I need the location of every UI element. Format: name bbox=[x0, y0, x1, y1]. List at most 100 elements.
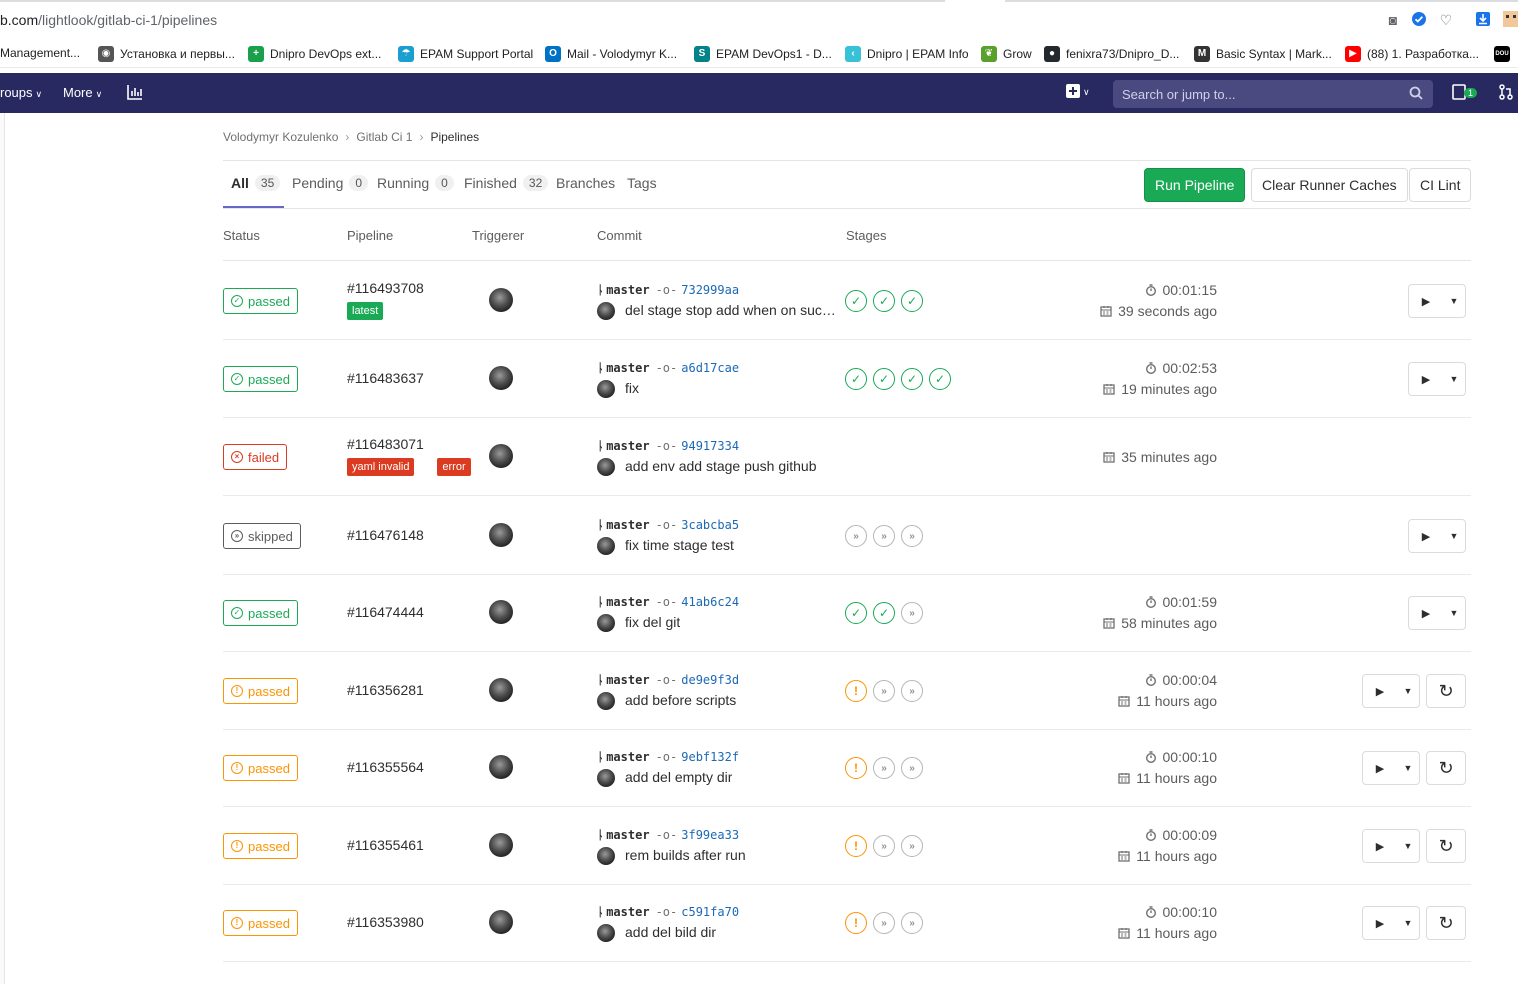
bookmark-item[interactable]: O Mail - Volodymyr K... bbox=[545, 46, 677, 62]
manual-job-dropdown-button[interactable]: ▶ ▼ bbox=[1362, 751, 1420, 785]
commit-sha-link[interactable]: 3cabcba5 bbox=[681, 518, 739, 532]
activity-chart-icon[interactable] bbox=[127, 84, 143, 103]
branch-name-link[interactable]: master bbox=[606, 828, 649, 842]
breadcrumb-user[interactable]: Volodymyr Kozulenko bbox=[223, 130, 338, 144]
stage-warning-icon[interactable]: ! bbox=[845, 680, 867, 702]
bookmark-item[interactable]: ☂ EPAM Support Portal bbox=[398, 46, 533, 62]
triggerer-avatar[interactable] bbox=[489, 288, 513, 312]
stage-skipped-icon[interactable]: » bbox=[901, 680, 923, 702]
manual-job-dropdown-button[interactable]: ▶ ▼ bbox=[1362, 829, 1420, 863]
status-badge[interactable]: ✓ passed bbox=[223, 288, 298, 314]
tab-running[interactable]: Running 0 bbox=[377, 175, 454, 191]
retry-pipeline-button[interactable]: ↻ bbox=[1426, 751, 1466, 785]
status-badge[interactable]: ! passed bbox=[223, 910, 298, 936]
stage-warning-icon[interactable]: ! bbox=[845, 757, 867, 779]
bookmark-item[interactable]: ❦ Grow bbox=[981, 46, 1032, 62]
retry-pipeline-button[interactable]: ↻ bbox=[1426, 829, 1466, 863]
branch-name-link[interactable]: master bbox=[606, 518, 649, 532]
manual-job-dropdown-button[interactable]: ▶ ▼ bbox=[1408, 284, 1466, 318]
breadcrumb-current[interactable]: Pipelines bbox=[430, 130, 479, 144]
download-icon[interactable] bbox=[1474, 11, 1492, 29]
triggerer-avatar[interactable] bbox=[489, 755, 513, 779]
search-box[interactable] bbox=[1113, 80, 1433, 108]
stage-skipped-icon[interactable]: » bbox=[901, 757, 923, 779]
commit-author-avatar[interactable] bbox=[597, 847, 615, 865]
branch-name-link[interactable]: master bbox=[606, 439, 649, 453]
shield-check-icon[interactable] bbox=[1410, 11, 1428, 29]
commit-author-avatar[interactable] bbox=[597, 769, 615, 787]
commit-sha-link[interactable]: c591fa70 bbox=[681, 905, 739, 919]
status-badge[interactable]: ✓ passed bbox=[223, 600, 298, 626]
stage-success-icon[interactable]: ✓ bbox=[873, 602, 895, 624]
branch-name-link[interactable]: master bbox=[606, 673, 649, 687]
commit-author-avatar[interactable] bbox=[597, 614, 615, 632]
bookmark-item[interactable]: M Basic Syntax | Mark... bbox=[1194, 46, 1332, 62]
triggerer-avatar[interactable] bbox=[489, 833, 513, 857]
status-badge[interactable]: ! passed bbox=[223, 678, 298, 704]
branch-name-link[interactable]: master bbox=[606, 750, 649, 764]
camera-icon[interactable]: ◙ bbox=[1384, 11, 1402, 29]
bookmark-item[interactable]: S EPAM DevOps1 - D... bbox=[694, 46, 832, 62]
manual-job-dropdown-button[interactable]: ▶ ▼ bbox=[1362, 906, 1420, 940]
stage-success-icon[interactable]: ✓ bbox=[873, 290, 895, 312]
bookmark-item[interactable]: ‹ Dnipro | EPAM Info bbox=[845, 46, 969, 62]
clear-runner-caches-button[interactable]: Clear Runner Caches bbox=[1251, 168, 1408, 202]
commit-author-avatar[interactable] bbox=[597, 924, 615, 942]
triggerer-avatar[interactable] bbox=[489, 910, 513, 934]
stage-success-icon[interactable]: ✓ bbox=[901, 290, 923, 312]
commit-message-link[interactable]: add del empty dir bbox=[625, 769, 732, 785]
stage-success-icon[interactable]: ✓ bbox=[845, 368, 867, 390]
stage-skipped-icon[interactable]: » bbox=[901, 835, 923, 857]
commit-message-link[interactable]: add del bild dir bbox=[625, 924, 716, 940]
triggerer-avatar[interactable] bbox=[489, 523, 513, 547]
status-badge[interactable]: » skipped bbox=[223, 523, 301, 549]
status-badge[interactable]: ! passed bbox=[223, 755, 298, 781]
commit-author-avatar[interactable] bbox=[597, 692, 615, 710]
bookmark-item[interactable]: + Dnipro DevOps ext... bbox=[248, 46, 381, 62]
run-pipeline-button[interactable]: Run Pipeline bbox=[1144, 168, 1246, 202]
bookmark-item[interactable]: Management... bbox=[0, 46, 80, 60]
pipeline-id-link[interactable]: #116493708 bbox=[347, 280, 424, 296]
stage-skipped-icon[interactable]: » bbox=[901, 525, 923, 547]
stage-skipped-icon[interactable]: » bbox=[845, 525, 867, 547]
branch-name-link[interactable]: master bbox=[606, 283, 649, 297]
pipeline-id-link[interactable]: #116474444 bbox=[347, 604, 424, 620]
breadcrumb-project[interactable]: Gitlab Ci 1 bbox=[356, 130, 412, 144]
merge-requests-icon[interactable] bbox=[1498, 84, 1514, 103]
commit-sha-link[interactable]: 9ebf132f bbox=[681, 750, 739, 764]
search-input[interactable] bbox=[1113, 80, 1433, 108]
browser-url-bar[interactable]: b.com/lightlook/gitlab-ci-1/pipelines ◙ … bbox=[0, 0, 1518, 40]
bookmark-item[interactable]: ◉ Установка и первы... bbox=[98, 46, 235, 62]
url-text[interactable]: b.com/lightlook/gitlab-ci-1/pipelines bbox=[0, 12, 217, 28]
stage-skipped-icon[interactable]: » bbox=[873, 835, 895, 857]
manual-job-dropdown-button[interactable]: ▶ ▼ bbox=[1408, 362, 1466, 396]
commit-message-link[interactable]: del stage stop add when on succ... bbox=[625, 302, 837, 318]
stage-skipped-icon[interactable]: » bbox=[873, 912, 895, 934]
commit-sha-link[interactable]: 94917334 bbox=[681, 439, 739, 453]
more-menu[interactable]: More ∨ bbox=[63, 85, 102, 100]
commit-author-avatar[interactable] bbox=[597, 380, 615, 398]
bookmark-item[interactable]: ● fenixra73/Dnipro_D... bbox=[1044, 46, 1179, 62]
stage-skipped-icon[interactable]: » bbox=[901, 602, 923, 624]
tab-finished[interactable]: Finished 32 bbox=[464, 175, 549, 191]
commit-message-link[interactable]: fix time stage test bbox=[625, 537, 734, 553]
groups-menu[interactable]: roups ∨ bbox=[0, 85, 42, 100]
triggerer-avatar[interactable] bbox=[489, 444, 513, 468]
stage-success-icon[interactable]: ✓ bbox=[901, 368, 923, 390]
ci-lint-button[interactable]: CI Lint bbox=[1409, 168, 1472, 202]
pipeline-id-link[interactable]: #116476148 bbox=[347, 527, 424, 543]
retry-pipeline-button[interactable]: ↻ bbox=[1426, 906, 1466, 940]
stage-success-icon[interactable]: ✓ bbox=[845, 290, 867, 312]
manual-job-dropdown-button[interactable]: ▶ ▼ bbox=[1362, 674, 1420, 708]
triggerer-avatar[interactable] bbox=[489, 366, 513, 390]
stage-success-icon[interactable]: ✓ bbox=[873, 368, 895, 390]
retry-pipeline-button[interactable]: ↻ bbox=[1426, 674, 1466, 708]
tab-tags[interactable]: Tags bbox=[627, 175, 657, 191]
branch-name-link[interactable]: master bbox=[606, 905, 649, 919]
stage-skipped-icon[interactable]: » bbox=[873, 525, 895, 547]
stage-warning-icon[interactable]: ! bbox=[845, 912, 867, 934]
commit-sha-link[interactable]: 732999aa bbox=[681, 283, 739, 297]
commit-author-avatar[interactable] bbox=[597, 537, 615, 555]
new-item-icon[interactable]: ∨ bbox=[1066, 84, 1090, 101]
profile-avatar-icon[interactable] bbox=[1502, 11, 1518, 29]
